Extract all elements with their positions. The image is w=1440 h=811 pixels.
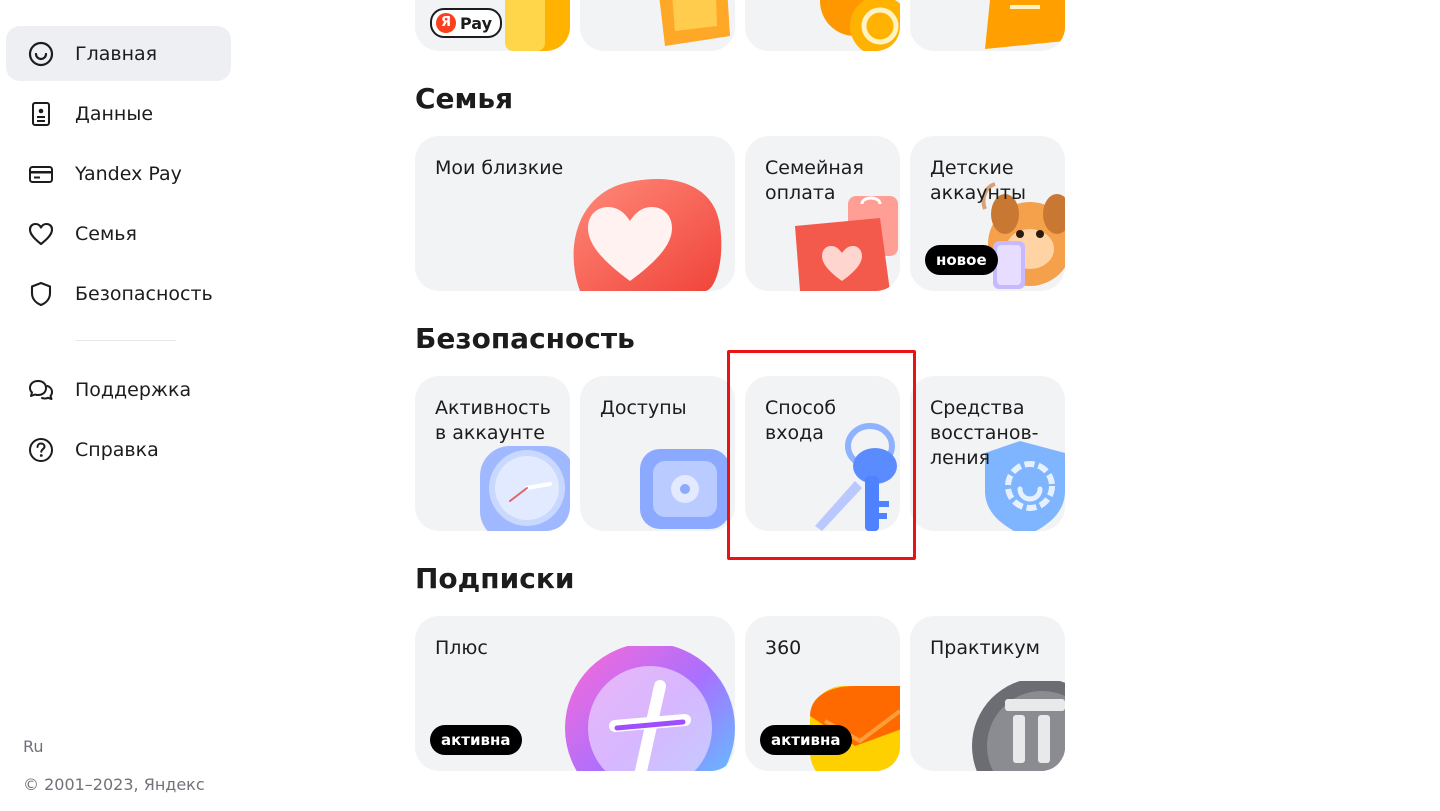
id-card-icon <box>32 102 50 126</box>
card-plus[interactable]: Плюс активна <box>415 616 735 771</box>
sidebar-item-label: Поддержка <box>75 378 192 401</box>
card-top-3[interactable] <box>745 0 900 51</box>
section-title-subscriptions: Подписки <box>415 562 575 595</box>
sidebar-divider <box>76 340 176 341</box>
card-login-method[interactable]: Способ входа <box>745 376 900 531</box>
card-accesses[interactable]: Доступы <box>580 376 735 531</box>
card-top-4[interactable] <box>910 0 1065 51</box>
coins-3d-icon <box>820 0 900 51</box>
safe-icon <box>640 449 730 529</box>
language-switcher[interactable]: Ru <box>23 737 44 756</box>
active-badge: активна <box>760 725 852 755</box>
sidebar: Главная Данные Yandex Pay Семья Безопасн… <box>0 0 250 811</box>
bag-3d-icon <box>659 0 730 46</box>
card-recovery-methods[interactable]: Средства восстанов-ления <box>910 376 1065 531</box>
section-title-family: Семья <box>415 82 514 115</box>
yandex-pay-logo: Я Pay <box>430 8 503 38</box>
question-circle-icon <box>29 438 53 462</box>
heart-3d-icon <box>573 178 722 291</box>
card-top-2[interactable] <box>580 0 735 51</box>
praktikum-coin-icon <box>972 681 1065 771</box>
card-account-activity[interactable]: Активность в аккаунте <box>415 376 570 531</box>
sidebar-item-label: Yandex Pay <box>75 162 182 185</box>
card-label: Практикум <box>930 637 1040 659</box>
card-label: Детские аккаунты <box>930 157 1026 204</box>
card-label: 360 <box>765 637 802 659</box>
section-title-security: Безопасность <box>415 322 635 355</box>
sidebar-item-help[interactable]: Справка <box>6 422 231 477</box>
card-label: Мои близкие <box>435 157 564 179</box>
card-label: Семейная оплата <box>765 157 864 204</box>
shield-icon <box>30 281 52 307</box>
clock-icon <box>480 446 570 531</box>
sidebar-item-support[interactable]: Поддержка <box>6 362 231 417</box>
heart-bag-icon <box>795 196 898 291</box>
yandex-logo-icon: Я <box>436 13 456 33</box>
copyright: © 2001–2023, Яндекс <box>23 775 205 794</box>
sidebar-item-label: Справка <box>75 438 159 461</box>
card-my-close-ones[interactable]: Мои близкие <box>415 136 735 291</box>
chat-bubbles-icon <box>29 380 53 400</box>
card-label: Способ входа <box>765 397 837 444</box>
sidebar-item-label: Данные <box>75 102 154 125</box>
new-badge: новое <box>925 245 998 275</box>
active-badge: активна <box>430 725 522 755</box>
sidebar-item-home[interactable]: Главная <box>6 26 231 81</box>
sidebar-item-security[interactable]: Безопасность <box>6 266 231 321</box>
card-label: Доступы <box>600 397 687 419</box>
sidebar-item-label: Главная <box>75 42 158 65</box>
sidebar-item-label: Безопасность <box>75 282 213 305</box>
card-praktikum[interactable]: Практикум <box>910 616 1065 771</box>
card-label: Плюс <box>435 637 488 659</box>
sidebar-item-label: Семья <box>75 222 137 245</box>
sidebar-item-family[interactable]: Семья <box>6 206 231 261</box>
card-label: Средства восстанов-ления <box>930 397 1039 469</box>
sidebar-item-data[interactable]: Данные <box>6 86 231 141</box>
home-ring-icon <box>28 41 54 67</box>
plus-coin-icon <box>565 646 735 771</box>
card-kids-accounts[interactable]: Детские аккаунты новое <box>910 136 1065 291</box>
sidebar-item-yandex-pay[interactable]: Yandex Pay <box>6 146 231 201</box>
credit-card-icon <box>29 166 53 183</box>
card-360[interactable]: 360 активна <box>745 616 900 771</box>
receipt-3d-icon <box>985 0 1065 49</box>
heart-icon <box>28 222 54 246</box>
card-family-payment[interactable]: Семейная оплата <box>745 136 900 291</box>
card-label: Активность в аккаунте <box>435 397 551 444</box>
